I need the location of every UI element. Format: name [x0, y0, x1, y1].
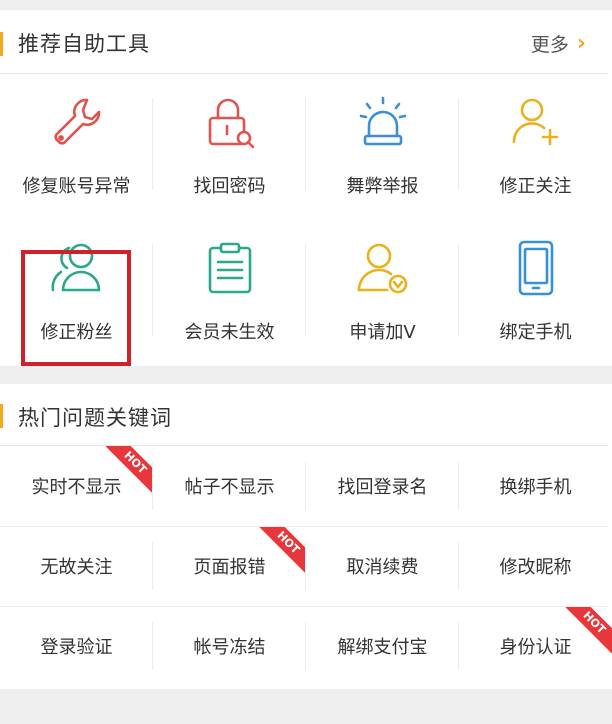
keyword-label: 身份认证	[499, 637, 572, 658]
user-verified-icon	[357, 243, 407, 294]
keyword-label: 帖子不显示	[184, 477, 275, 498]
keyword-item[interactable]: 身份认证 HOT	[459, 606, 612, 686]
chevron-right-icon: ›	[576, 31, 586, 56]
keyword-item[interactable]: 解绑支付宝	[306, 606, 459, 686]
keyword-item[interactable]: 登录验证	[0, 606, 153, 686]
keyword-label: 解绑支付宝	[337, 637, 428, 658]
tool-membership-inactive[interactable]: 会员未生效	[153, 220, 306, 360]
tools-section-title: 推荐自助工具	[18, 32, 150, 56]
tools-section-header: 推荐自助工具 更多 ›	[0, 10, 608, 74]
tool-label: 申请加V	[349, 322, 416, 343]
keyword-item[interactable]: 换绑手机	[459, 446, 612, 526]
tool-label: 绑定手机	[499, 322, 572, 343]
keyword-label: 换绑手机	[499, 477, 572, 498]
tool-fix-account[interactable]: 修复账号异常	[0, 74, 153, 214]
keyword-item[interactable]: 实时不显示 HOT	[0, 446, 153, 526]
keyword-label: 修改昵称	[499, 557, 572, 578]
keyword-label: 取消续费	[346, 557, 419, 578]
keyword-item[interactable]: 修改昵称	[459, 526, 612, 606]
keyword-label: 实时不显示	[31, 477, 122, 498]
phone-icon	[518, 240, 553, 296]
tool-apply-verified[interactable]: 申请加V	[306, 220, 459, 360]
hot-keywords-card: 热门问题关键词 实时不显示 HOT 帖子不显示 找回登录名 换绑手机无故关注 页面报错 HO…	[0, 384, 612, 689]
tool-fix-following[interactable]: 修正关注	[459, 74, 612, 214]
tool-label: 修正关注	[499, 176, 572, 197]
tool-fraud-report[interactable]: 舞弊举报	[306, 74, 459, 214]
keyword-item[interactable]: 无故关注	[0, 526, 153, 606]
hot-section-title: 热门问题关键词	[18, 406, 172, 430]
keyword-label: 帐号冻结	[193, 637, 266, 658]
tools-card: 推荐自助工具 更多 › 修复账号异常 找回密码 舞弊举报 修正关注 修正粉丝 会…	[0, 10, 612, 366]
keyword-item[interactable]: 找回登录名	[306, 446, 459, 526]
keyword-label: 无故关注	[40, 557, 113, 578]
keyword-item[interactable]: 帖子不显示	[153, 446, 306, 526]
alarm-siren-icon	[359, 96, 406, 146]
tool-bind-phone[interactable]: 绑定手机	[459, 220, 612, 360]
clipboard-icon	[208, 242, 251, 294]
tool-label: 修复账号异常	[22, 176, 131, 197]
keyword-label: 找回登录名	[337, 477, 428, 498]
keyword-item[interactable]: 页面报错 HOT	[153, 526, 306, 606]
row-separator	[0, 526, 608, 527]
tool-label: 舞弊举报	[346, 176, 419, 197]
tool-recover-password[interactable]: 找回密码	[153, 74, 306, 214]
row-separator	[0, 606, 608, 607]
lock-icon	[208, 98, 254, 149]
keyword-label: 页面报错	[193, 557, 266, 578]
section-accent-bar	[0, 32, 3, 56]
user-plus-icon	[512, 98, 558, 146]
keyword-item[interactable]: 帐号冻结	[153, 606, 306, 686]
tool-label: 找回密码	[193, 176, 266, 197]
more-label: 更多	[530, 34, 569, 56]
hot-section-header: 热门问题关键词	[0, 384, 608, 446]
more-link[interactable]: 更多 ›	[531, 30, 586, 57]
keyword-label: 登录验证	[40, 637, 113, 658]
keyword-item[interactable]: 取消续费	[306, 526, 459, 606]
tool-label: 会员未生效	[184, 322, 275, 343]
highlight-box	[21, 250, 131, 366]
wrench-icon	[53, 98, 100, 145]
tools-row-1: 修复账号异常 找回密码 舞弊举报 修正关注	[0, 74, 612, 214]
section-accent-bar	[0, 404, 3, 428]
